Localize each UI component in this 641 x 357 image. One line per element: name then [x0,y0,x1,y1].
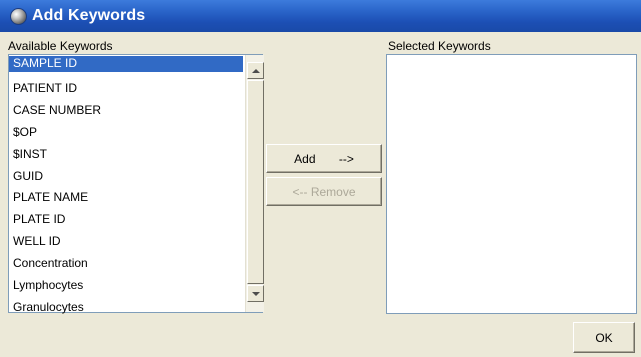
list-item[interactable]: PATIENT ID [9,78,243,100]
app-icon [10,7,27,25]
window-title: Add Keywords [32,7,146,24]
available-keywords-list[interactable]: SAMPLE ID PATIENT ID CASE NUMBER $OP $INST GU… [8,54,264,314]
scroll-thumb[interactable] [247,80,264,284]
list-item[interactable]: PLATE NAME [9,187,243,209]
available-keywords-label: Available Keywords [8,39,113,53]
title-bar[interactable]: Add Keywords [0,0,641,32]
ok-button[interactable]: OK [573,322,635,353]
list-item[interactable]: WELL ID [9,231,243,253]
list-item[interactable]: $INST [9,144,243,166]
add-button[interactable]: Add --> [266,144,382,173]
selected-keywords-label: Selected Keywords [388,39,491,53]
remove-button[interactable]: <-- Remove [266,177,382,206]
list-item[interactable]: Lymphocytes [9,275,243,297]
chevron-down-icon [251,291,260,296]
list-item[interactable]: PLATE ID [9,209,243,231]
scroll-up-button[interactable] [247,62,264,79]
list-item[interactable]: Concentration [9,253,243,275]
add-button-label: Add --> [294,151,354,166]
remove-button-label: <-- Remove [292,184,356,199]
available-list-scrollbar[interactable] [245,55,264,312]
scroll-down-button[interactable] [247,285,264,302]
list-item[interactable]: CASE NUMBER [9,100,243,122]
selected-keywords-list[interactable] [386,54,637,314]
list-item[interactable]: GUID [9,166,243,188]
ok-button-label: OK [595,330,613,345]
list-item[interactable]: Granulocytes [9,297,243,319]
chevron-up-icon [251,68,260,73]
list-item[interactable]: $OP [9,122,243,144]
list-item[interactable]: SAMPLE ID [9,56,243,72]
